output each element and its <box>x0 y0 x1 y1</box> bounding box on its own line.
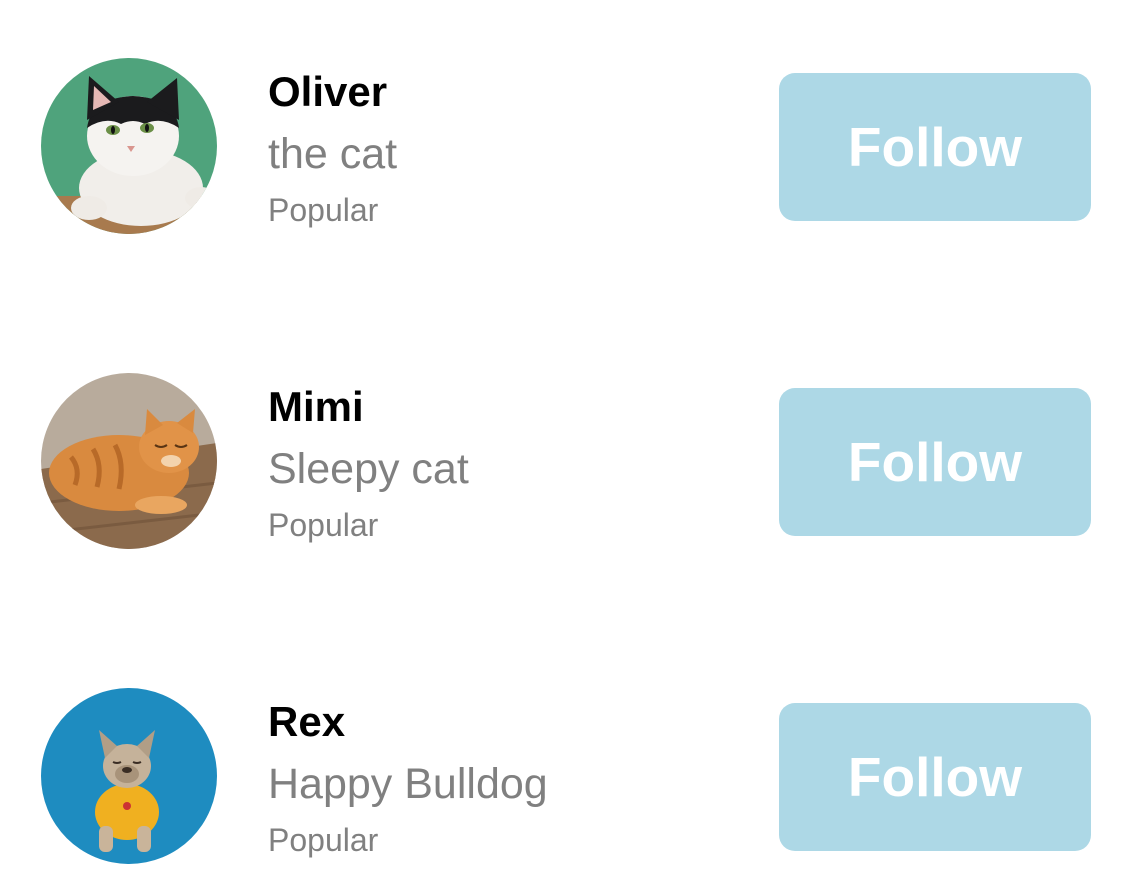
follow-button[interactable]: Follow <box>779 703 1091 851</box>
popular-badge: Popular <box>268 507 379 543</box>
user-info: Rex Happy Bulldog Popular <box>268 688 748 864</box>
user-tagline: Sleepy cat <box>268 445 469 493</box>
user-name: Oliver <box>268 68 388 115</box>
user-row: Rex Happy Bulldog Popular Follow <box>0 688 1140 864</box>
dog-photo-icon <box>41 688 217 864</box>
user-row: Mimi Sleepy cat Popular Follow <box>0 373 1140 549</box>
popular-badge: Popular <box>268 822 379 858</box>
user-tagline: Happy Bulldog <box>268 760 548 808</box>
user-name: Rex <box>268 698 346 745</box>
user-name: Mimi <box>268 383 364 430</box>
user-list: Oliver the cat Popular Follow Mimi Sleep… <box>0 0 1140 894</box>
user-info: Mimi Sleepy cat Popular <box>268 373 748 549</box>
popular-badge: Popular <box>268 192 379 228</box>
cat-photo-icon <box>41 373 217 549</box>
user-row: Oliver the cat Popular Follow <box>0 58 1140 234</box>
cat-photo-icon <box>41 58 217 234</box>
follow-button[interactable]: Follow <box>779 73 1091 221</box>
user-info: Oliver the cat Popular <box>268 58 748 234</box>
user-tagline: the cat <box>268 130 398 178</box>
avatar <box>41 688 217 864</box>
avatar <box>41 373 217 549</box>
follow-button[interactable]: Follow <box>779 388 1091 536</box>
avatar <box>41 58 217 234</box>
